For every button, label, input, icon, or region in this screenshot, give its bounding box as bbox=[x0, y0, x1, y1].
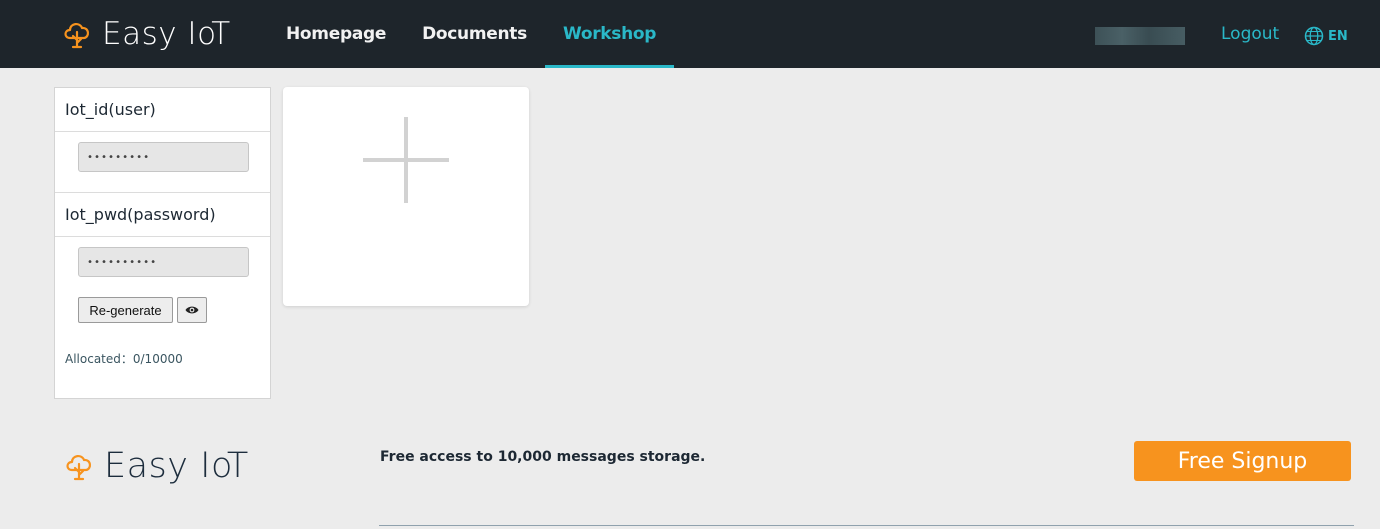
footer-brand-name: Easy IoT bbox=[104, 446, 249, 486]
iot-pwd-label: Iot_pwd(password) bbox=[55, 193, 270, 237]
brand-name: Easy IoT bbox=[102, 16, 231, 52]
footer-brand-logo: Easy IoT bbox=[64, 446, 249, 486]
language-label: EN bbox=[1328, 28, 1348, 44]
username-redacted bbox=[1095, 27, 1185, 45]
iot-id-field[interactable] bbox=[78, 142, 249, 172]
toggle-password-button[interactable] bbox=[177, 297, 207, 323]
plus-icon bbox=[363, 117, 449, 203]
language-switcher[interactable]: EN bbox=[1304, 26, 1348, 46]
regenerate-button[interactable]: Re-generate bbox=[78, 297, 173, 323]
nav-documents[interactable]: Documents bbox=[404, 0, 545, 68]
nav-homepage[interactable]: Homepage bbox=[268, 0, 404, 68]
iot-id-row bbox=[55, 132, 270, 193]
add-device-card[interactable] bbox=[283, 87, 529, 306]
globe-icon bbox=[1304, 26, 1324, 46]
free-signup-button[interactable]: Free Signup bbox=[1134, 441, 1351, 481]
footer-divider bbox=[379, 525, 1354, 526]
cloud-tree-logo-icon bbox=[64, 23, 89, 49]
iot-id-label: Iot_id(user) bbox=[55, 88, 270, 132]
brand-logo[interactable]: Easy IoT bbox=[62, 14, 231, 54]
logout-link[interactable]: Logout bbox=[1221, 24, 1279, 44]
nav-workshop[interactable]: Workshop bbox=[544, 0, 675, 68]
top-navbar: Easy IoT Homepage Documents Workshop Log… bbox=[0, 0, 1380, 68]
footer-promo-text: Free access to 10,000 messages storage. bbox=[380, 449, 706, 465]
eye-icon bbox=[185, 306, 199, 314]
iot-pwd-block: Re-generate Allocated：0/10000 bbox=[55, 237, 270, 403]
allocated-count: Allocated：0/10000 bbox=[65, 352, 183, 366]
main-nav: Homepage Documents Workshop bbox=[268, 0, 675, 68]
credential-panel: Iot_id(user) Iot_pwd(password) Re-genera… bbox=[54, 87, 271, 399]
cloud-tree-logo-icon bbox=[66, 455, 91, 481]
iot-pwd-field[interactable] bbox=[78, 247, 249, 277]
